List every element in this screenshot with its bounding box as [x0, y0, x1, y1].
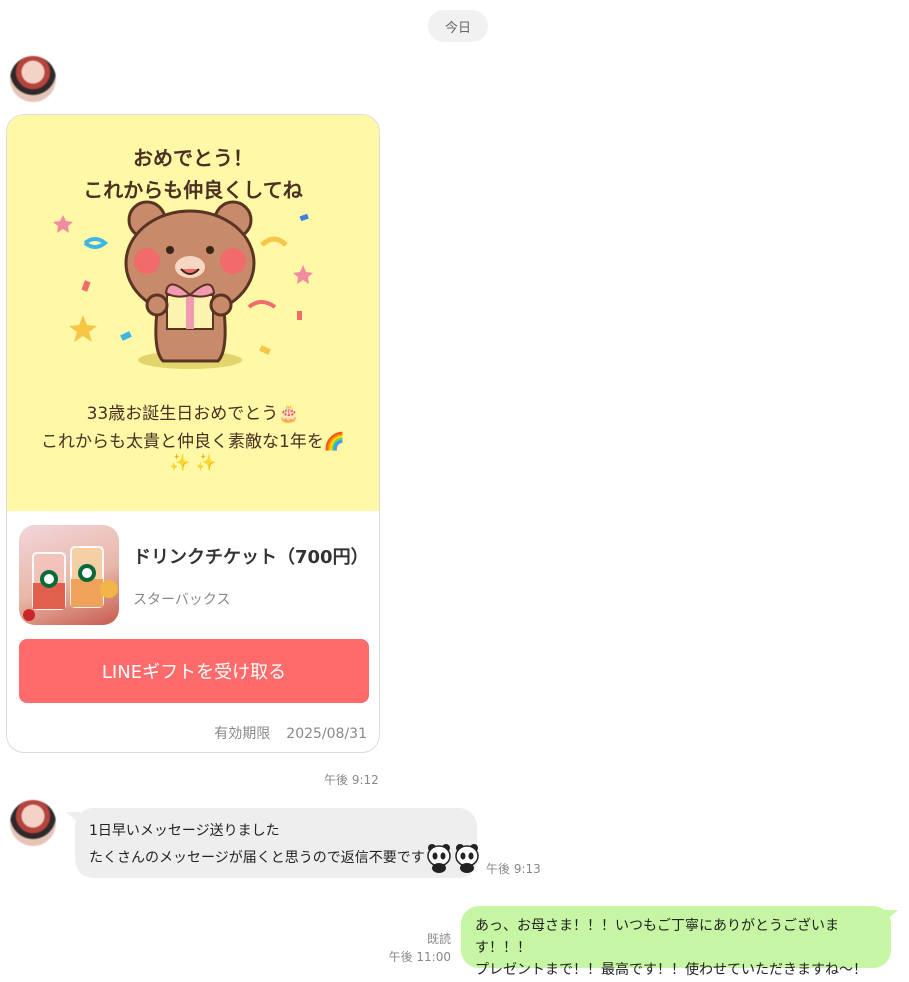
gift-card[interactable]: おめでとう！ これからも仲良くしてね 33歳お誕生日おめでとう🎂 これからも太貴… — [6, 114, 380, 753]
panda-emoji-icon — [426, 844, 479, 873]
gift-timestamp: 午後 9:12 — [324, 773, 379, 787]
read-label: 既読 — [426, 932, 451, 946]
gift-expiry: 有効期限 2025/08/31 — [214, 723, 367, 743]
incoming-message-bubble[interactable]: 1日早いメッセージ送りました たくさんのメッセージが届くと思うので返信不要です — [75, 808, 479, 878]
read-receipt: 既読 午後 11:00 — [389, 930, 451, 966]
outgoing-line-2: プレゼントまで！！最高です！！使わせていただきますね〜！ — [475, 962, 867, 978]
sticker-heading-2: これからも仲良くしてね — [83, 178, 302, 202]
date-divider: 今日 — [428, 10, 488, 42]
incoming-line-1: 1日早いメッセージ送りました — [89, 823, 280, 839]
incoming-timestamp: 午後 9:13 — [486, 862, 541, 876]
chat-view: 今日 おめでとう！ これからも仲良くしてね 33歳お誕生日おめでとう🎂 これから… — [0, 0, 909, 982]
expiry-date: 2025/08/31 — [286, 726, 367, 742]
incoming-line-2: たくさんのメッセージが届くと思うので返信不要です — [89, 850, 425, 866]
sticker-heading-1: おめでとう！ — [133, 146, 253, 170]
gift-illustration-area: おめでとう！ これからも仲良くしてね 33歳お誕生日おめでとう🎂 これからも太貴… — [7, 115, 379, 511]
expiry-label: 有効期限 — [214, 726, 271, 742]
gift-message-line-1: 33歳お誕生日おめでとう🎂 — [86, 404, 300, 424]
starbucks-drink-image — [19, 525, 119, 625]
sender-avatar-2[interactable] — [10, 800, 56, 846]
receive-gift-button[interactable]: LINEギフトを受け取る — [19, 639, 369, 703]
sender-avatar[interactable] — [10, 56, 56, 102]
outgoing-timestamp: 午後 11:00 — [388, 950, 451, 964]
gift-message-line-2: これからも太貴と仲良く素敵な1年を🌈 — [41, 432, 345, 452]
outgoing-bubble-tail — [884, 910, 898, 922]
outgoing-line-1: あっ、お母さま！！！いつもご丁寧にありがとうございます！！！ — [475, 918, 839, 956]
gift-product[interactable]: ドリンクチケット（700円） スターバックス — [19, 525, 369, 625]
teddy-bear-icon — [124, 200, 256, 369]
product-title: ドリンクチケット（700円） — [133, 547, 369, 568]
outgoing-message-bubble[interactable]: あっ、お母さま！！！いつもご丁寧にありがとうございます！！！ プレゼントまで！！… — [461, 906, 891, 978]
product-brand: スターバックス — [133, 592, 231, 608]
gift-message-line-3: ✨ ✨ — [169, 453, 217, 473]
